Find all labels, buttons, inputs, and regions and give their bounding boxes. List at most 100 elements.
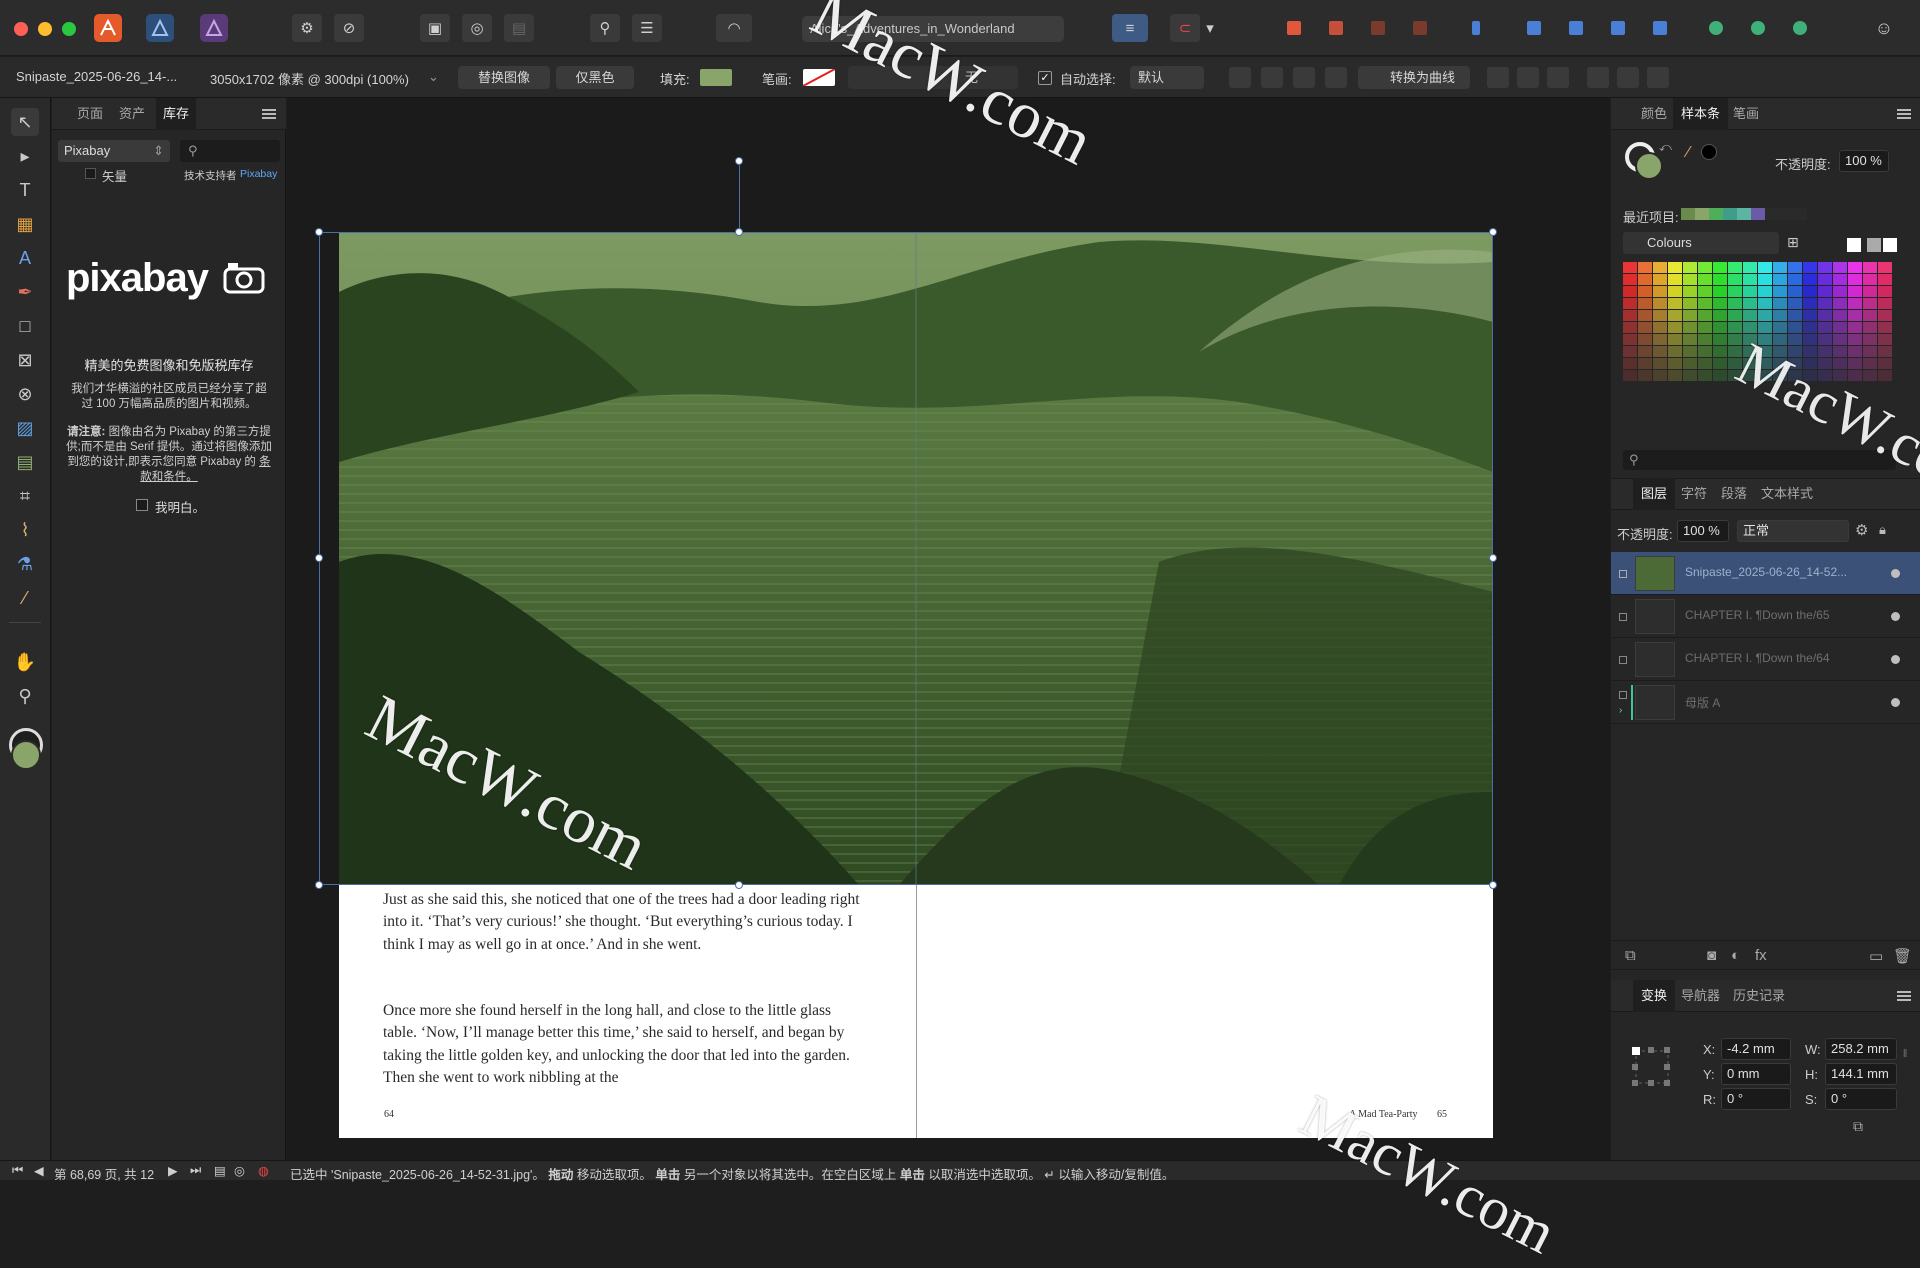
- auto-select-checkbox[interactable]: ✓: [1038, 71, 1052, 85]
- swatch-cell[interactable]: [1818, 262, 1832, 273]
- swatch-cell[interactable]: [1623, 334, 1637, 345]
- swatch-cell[interactable]: [1683, 298, 1697, 309]
- body-paragraph-1[interactable]: Just as she said this, she noticed that …: [383, 889, 865, 956]
- swatch-cell[interactable]: [1713, 310, 1727, 321]
- swatch-cell[interactable]: [1833, 274, 1847, 285]
- swatch-cell[interactable]: [1863, 274, 1877, 285]
- next-page-icon[interactable]: ▶: [168, 1163, 178, 1178]
- layer-row-text-65[interactable]: CHAPTER I. ¶Down the/65: [1611, 595, 1920, 638]
- layer-visibility-dot[interactable]: [1891, 655, 1900, 664]
- swatch-cell[interactable]: [1878, 334, 1892, 345]
- snapping-magnet-icon[interactable]: ⊂: [1170, 14, 1200, 42]
- swatch-cell[interactable]: [1668, 322, 1682, 333]
- replace-image-button[interactable]: 替换图像: [458, 66, 550, 89]
- swatch-cell[interactable]: [1728, 370, 1742, 381]
- swatch-cell[interactable]: [1638, 274, 1652, 285]
- place-image-tool-icon[interactable]: ▨: [11, 414, 39, 442]
- swatch-search-input[interactable]: ⚲: [1623, 450, 1896, 470]
- y-input[interactable]: 0 mm: [1721, 1063, 1791, 1085]
- settings-gear-icon[interactable]: ⚙: [292, 14, 322, 42]
- align-middle-icon[interactable]: [1617, 67, 1639, 88]
- publisher-persona-icon[interactable]: [94, 14, 122, 42]
- stock-source-select[interactable]: Pixabay ⇕: [58, 140, 170, 162]
- tab-transform[interactable]: 变换: [1633, 980, 1676, 1012]
- swatch-cell[interactable]: [1743, 286, 1757, 297]
- swatch-cell[interactable]: [1728, 262, 1742, 273]
- swatch-cell[interactable]: [1653, 310, 1667, 321]
- swatch-cell[interactable]: [1638, 334, 1652, 345]
- swatch-cell[interactable]: [1803, 310, 1817, 321]
- stroke-style-select[interactable]: 无: [848, 66, 1018, 89]
- swatch-cell[interactable]: [1683, 274, 1697, 285]
- close-window-button[interactable]: [14, 22, 28, 36]
- first-page-icon[interactable]: ⏮: [12, 1163, 23, 1178]
- swatch-cell[interactable]: [1713, 370, 1727, 381]
- swatch-cell[interactable]: [1668, 370, 1682, 381]
- anchor-point-selector[interactable]: [1629, 1044, 1675, 1090]
- w-input[interactable]: 258.2 mm: [1825, 1038, 1897, 1060]
- flip-vertical-icon[interactable]: [1562, 14, 1590, 42]
- palette-options-icon[interactable]: ⊞: [1787, 234, 1799, 251]
- swatch-cell[interactable]: [1668, 262, 1682, 273]
- swatch-cell[interactable]: [1803, 370, 1817, 381]
- swatch-cell[interactable]: [1683, 262, 1697, 273]
- swatch-cell[interactable]: [1638, 346, 1652, 357]
- x-input[interactable]: -4.2 mm: [1721, 1038, 1791, 1060]
- swatch-cell[interactable]: [1833, 370, 1847, 381]
- swatch-cell[interactable]: [1653, 262, 1667, 273]
- swatch-cell[interactable]: [1698, 310, 1712, 321]
- swatch-cell[interactable]: [1713, 334, 1727, 345]
- swatch-cell[interactable]: [1788, 262, 1802, 273]
- swatch-cell[interactable]: [1878, 358, 1892, 369]
- swatch-cell[interactable]: [1743, 274, 1757, 285]
- resize-handle-bottom-right[interactable]: [1489, 881, 1497, 889]
- swatch-cell[interactable]: [1728, 358, 1742, 369]
- resize-handle-right[interactable]: [1489, 554, 1497, 562]
- swatch-cell[interactable]: [1878, 322, 1892, 333]
- swatch-cell[interactable]: [1863, 334, 1877, 345]
- swatch-cell[interactable]: [1878, 286, 1892, 297]
- ellipse-frame-tool-icon[interactable]: ⊗: [11, 380, 39, 408]
- swatch-cell[interactable]: [1758, 262, 1772, 273]
- swatch-cell[interactable]: [1758, 286, 1772, 297]
- swatch-cell[interactable]: [1698, 358, 1712, 369]
- swatch-cell[interactable]: [1878, 346, 1892, 357]
- swatch-cell[interactable]: [1773, 274, 1787, 285]
- transform-origin-icon[interactable]: [1229, 67, 1251, 88]
- swatch-cell[interactable]: [1773, 334, 1787, 345]
- swatch-cell[interactable]: [1713, 298, 1727, 309]
- swatch-cell[interactable]: [1788, 298, 1802, 309]
- layer-visibility-dot[interactable]: [1891, 612, 1900, 621]
- h-input[interactable]: 144.1 mm: [1825, 1063, 1897, 1085]
- table-of-contents-icon[interactable]: ☰: [632, 14, 662, 42]
- resize-handle-left[interactable]: [315, 554, 323, 562]
- document-canvas[interactable]: Just as she said this, she noticed that …: [287, 98, 1610, 1160]
- dimensions-chevron-icon[interactable]: ⌄: [428, 69, 439, 85]
- snapping-options-chevron-icon[interactable]: ▾: [1202, 14, 1218, 42]
- align-top-icon[interactable]: [1587, 67, 1609, 88]
- grid-snap-icon[interactable]: [1325, 67, 1347, 88]
- last-page-icon[interactable]: ⏭: [190, 1163, 201, 1178]
- swatch-cell[interactable]: [1638, 358, 1652, 369]
- designer-persona-icon[interactable]: [146, 14, 174, 42]
- layer-visibility-dot[interactable]: [1891, 698, 1900, 707]
- tab-pages[interactable]: 页面: [72, 98, 108, 130]
- flip-horizontal-icon[interactable]: [1520, 14, 1548, 42]
- swatch-cell[interactable]: [1698, 286, 1712, 297]
- tab-stroke[interactable]: 笔画: [1725, 98, 1767, 130]
- move-tool-icon[interactable]: ↖: [11, 108, 39, 136]
- swatch-cell[interactable]: [1728, 334, 1742, 345]
- swatch-cell[interactable]: [1653, 346, 1667, 357]
- picture-frame-tool-icon[interactable]: ⊠: [11, 346, 39, 374]
- swatch-cell[interactable]: [1653, 358, 1667, 369]
- artistic-text-tool-icon[interactable]: A: [11, 244, 39, 272]
- swatch-cell[interactable]: [1863, 298, 1877, 309]
- swatch-cell[interactable]: [1668, 346, 1682, 357]
- resize-handle-top-right[interactable]: [1489, 228, 1497, 236]
- swatch-cell[interactable]: [1773, 298, 1787, 309]
- color-picker-tool-icon[interactable]: ⁄: [11, 584, 39, 612]
- swatch-cell[interactable]: [1818, 286, 1832, 297]
- swatch-cell[interactable]: [1803, 334, 1817, 345]
- swatch-cell[interactable]: [1848, 262, 1862, 273]
- rotation-input[interactable]: 0 °: [1721, 1088, 1791, 1110]
